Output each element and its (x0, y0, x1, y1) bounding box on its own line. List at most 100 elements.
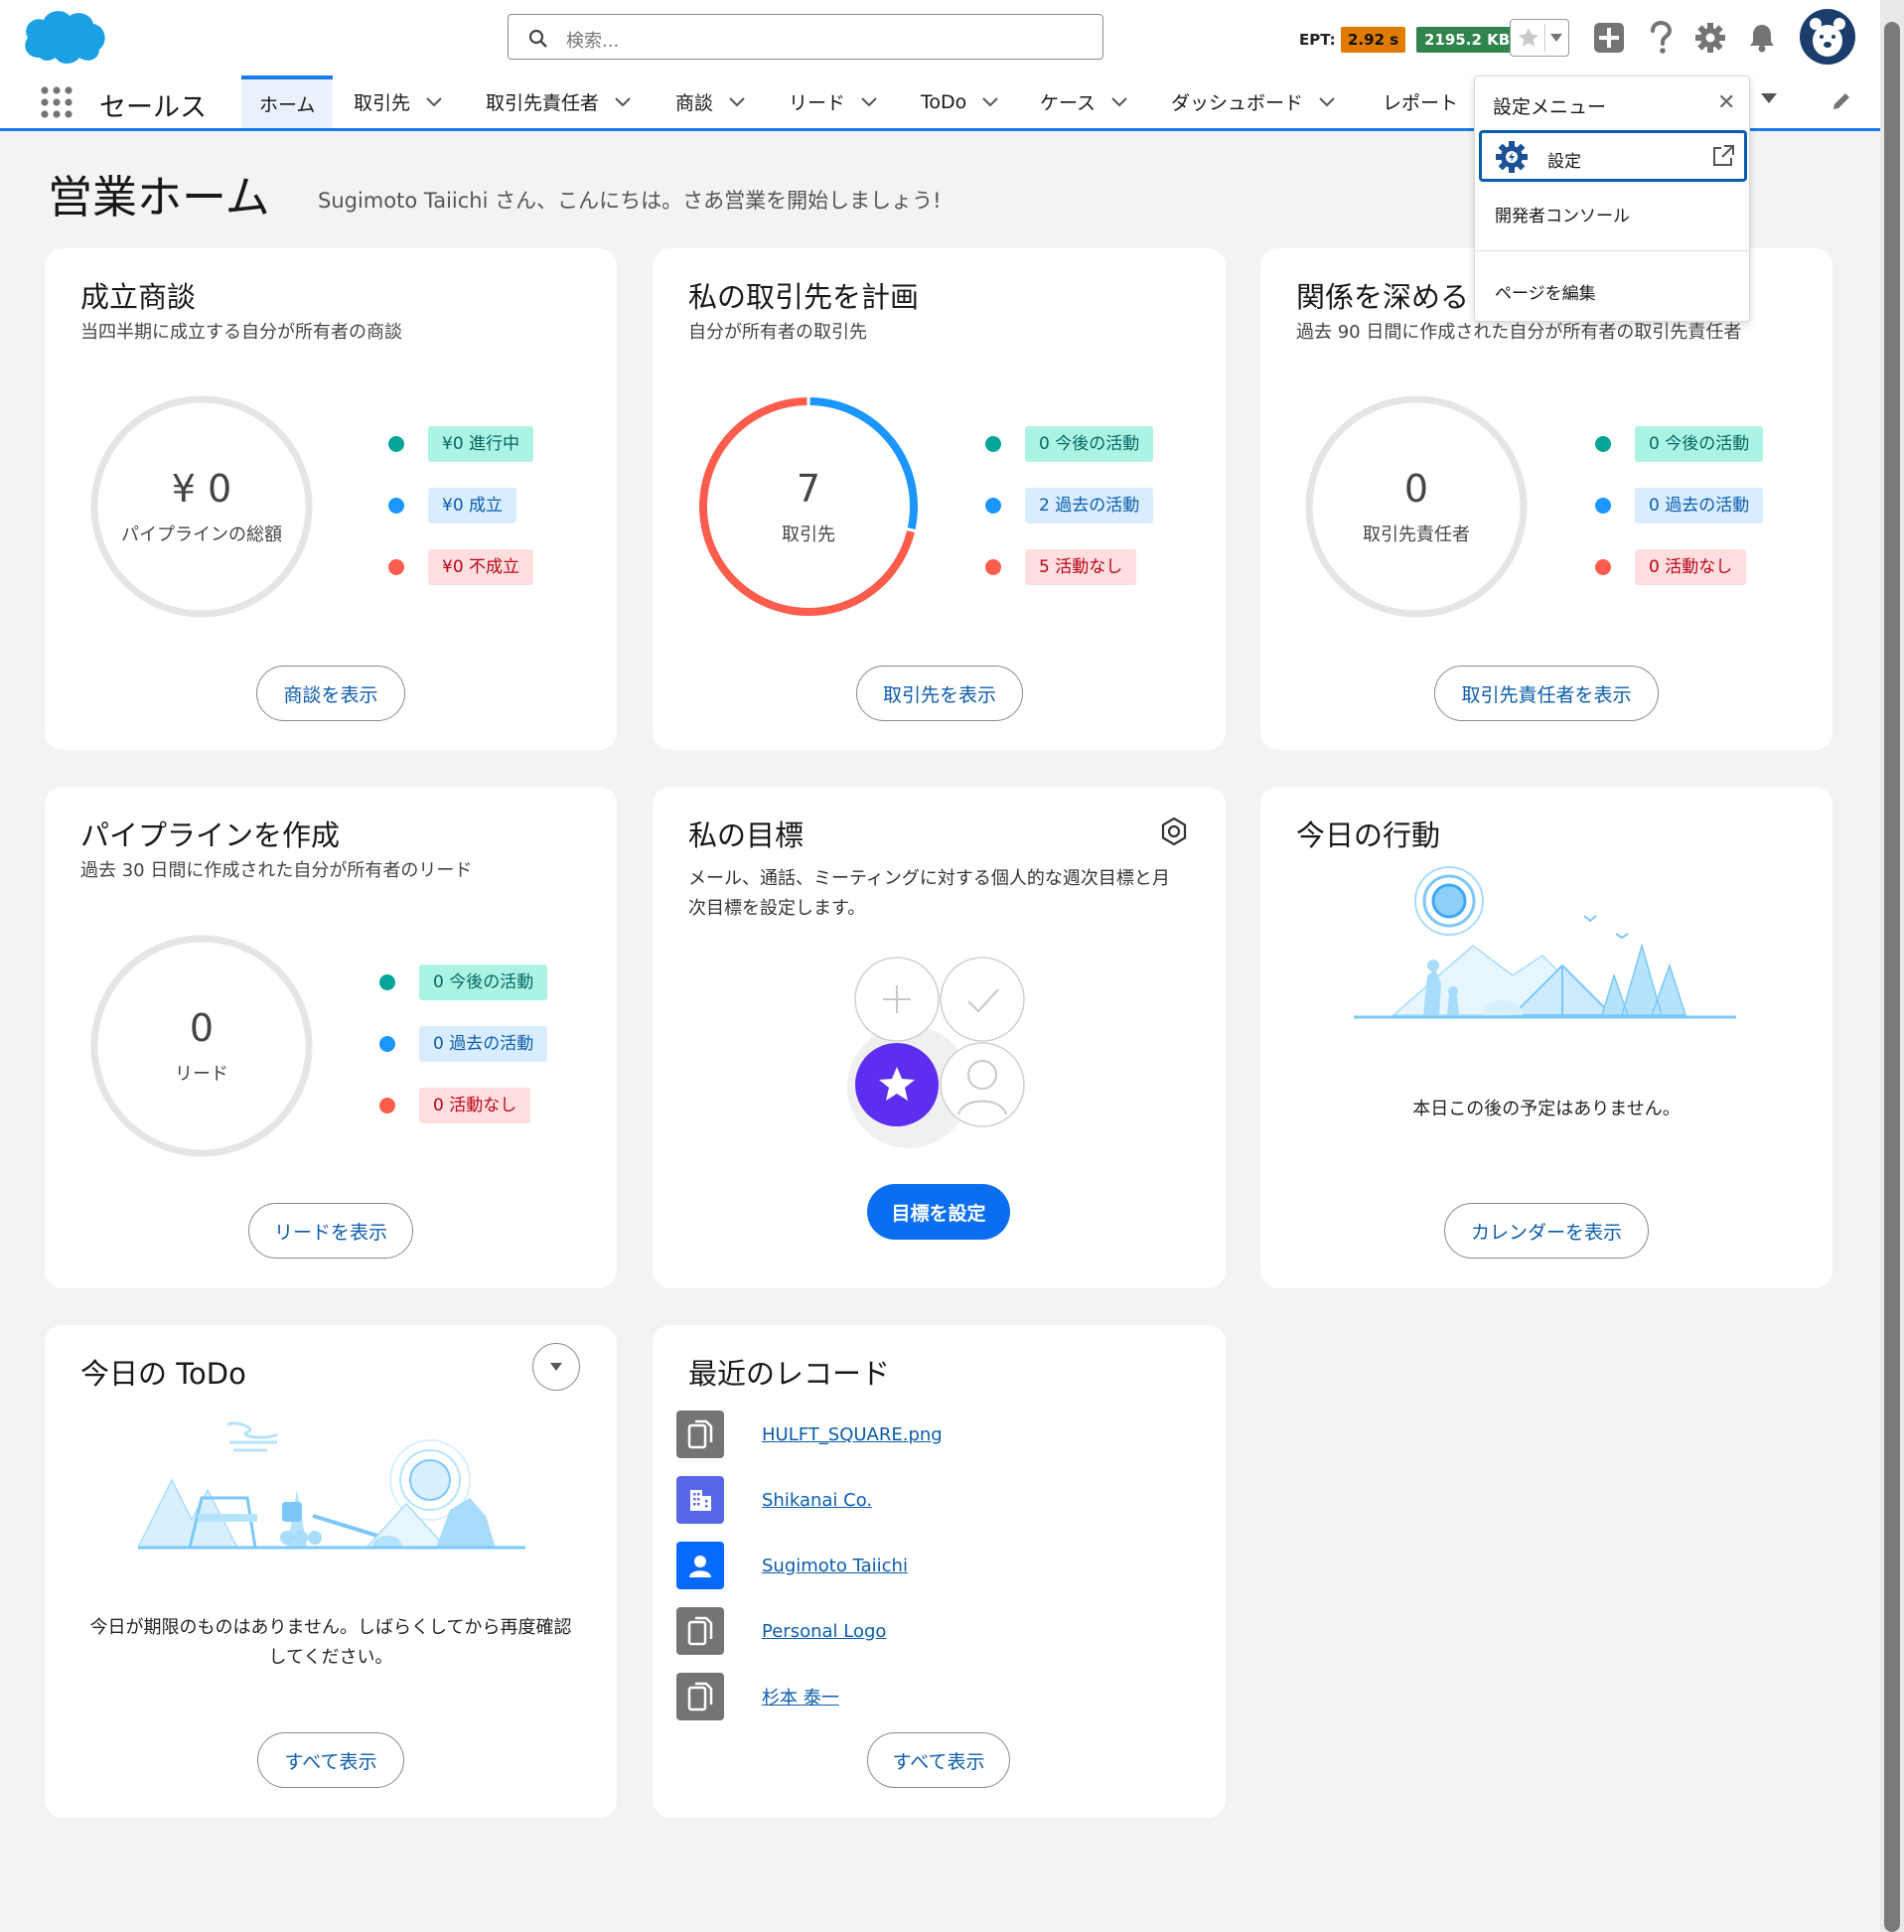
build-pipeline-card: パイプラインを作成 過去 30 日間に作成された自分が所有者のリード 0 リード… (45, 787, 617, 1288)
tab-label: ホーム (259, 94, 316, 116)
todo-filter-dropdown-button[interactable] (532, 1343, 580, 1391)
chevron-down-icon[interactable] (424, 92, 444, 112)
todays-todo-card: 今日の ToDo 今日が期限のものはありません。しばらくしてから再度確認 してく… (45, 1325, 617, 1818)
global-header: 検索... EPT: 2.92 s 2195.2 KB (0, 0, 1880, 75)
legend-item: 2 過去の活動 (985, 488, 1154, 523)
tab-home[interactable]: ホーム (241, 75, 334, 128)
page-title: 営業ホーム (48, 171, 270, 223)
chevron-down-icon[interactable] (980, 92, 1000, 112)
legend-pill: 0 活動なし (1635, 549, 1747, 585)
todays-events-card: 今日の行動 本日この後の予定はありません。 カレンダーを表示 (1260, 787, 1832, 1288)
legend-pill: ¥0 進行中 (428, 426, 534, 462)
record-link[interactable]: 杉本 泰一 (762, 1684, 839, 1709)
record-link[interactable]: Sugimoto Taiichi (762, 1556, 908, 1576)
legend-dot (388, 498, 404, 514)
help-icon[interactable] (1641, 18, 1681, 58)
user-avatar[interactable] (1800, 9, 1855, 65)
more-tabs-chevron-icon[interactable] (1760, 91, 1778, 105)
tab-label: ダッシュボード (1171, 92, 1304, 114)
setup-gear-icon (1496, 141, 1528, 173)
ring-label: 取引先 (782, 524, 835, 545)
scrollbar-thumb[interactable] (1884, 22, 1900, 1932)
no-todo-message-line1: 今日が期限のものはありません。しばらくしてから再度確認 (89, 1617, 572, 1638)
set-goals-button[interactable]: 目標を設定 (867, 1184, 1010, 1240)
legend-dot (1595, 559, 1611, 575)
edit-nav-pencil-icon[interactable] (1830, 89, 1853, 113)
page-scrollbar[interactable] (1880, 0, 1904, 1932)
view-leads-button[interactable]: リードを表示 (248, 1203, 413, 1259)
bear-avatar-icon (1810, 18, 1845, 57)
menu-item-edit-page[interactable]: ページを編集 (1495, 279, 1596, 304)
card-title: パイプラインを作成 (80, 818, 341, 852)
legend-pill: 2 過去の活動 (1025, 488, 1154, 523)
view-all-records-button[interactable]: すべて表示 (867, 1732, 1010, 1788)
tab-label: ケース (1040, 92, 1097, 114)
search-icon (528, 29, 547, 48)
legend-item: 5 活動なし (985, 549, 1137, 585)
tab-cases[interactable]: ケース (1040, 75, 1129, 128)
tab-leads[interactable]: リード (789, 75, 879, 128)
ring-value: 7 (796, 467, 821, 511)
chevron-down-icon[interactable] (1317, 92, 1337, 112)
menu-item-setup[interactable]: 設定 (1479, 130, 1747, 182)
record-link[interactable]: HULFT_SQUARE.png (762, 1424, 943, 1445)
record-link[interactable]: Personal Logo (762, 1621, 886, 1642)
search-input[interactable]: 検索... (508, 14, 1103, 60)
external-link-icon (1713, 145, 1734, 166)
no-events-message: 本日この後の予定はありません。 (1412, 1099, 1681, 1119)
tab-dashboards[interactable]: ダッシュボード (1171, 75, 1337, 128)
tab-todo[interactable]: ToDo (921, 75, 1000, 128)
legend-pill: 0 過去の活動 (419, 1026, 548, 1062)
global-actions-icon[interactable] (1589, 18, 1629, 58)
legend-dot (1595, 498, 1611, 514)
tab-contacts[interactable]: 取引先責任者 (486, 75, 633, 128)
tab-reports[interactable]: レポート (1383, 75, 1458, 128)
view-accounts-button[interactable]: 取引先を表示 (856, 666, 1023, 721)
notifications-bell-icon[interactable] (1742, 18, 1782, 58)
ring-value: 0 (1403, 467, 1429, 511)
legend-item: 0 今後の活動 (985, 426, 1154, 462)
card-title: 今日の行動 (1296, 818, 1441, 852)
chevron-down-icon[interactable] (859, 92, 879, 112)
menu-item-developer-console[interactable]: 開発者コンソール (1495, 202, 1630, 226)
view-contacts-button[interactable]: 取引先責任者を表示 (1434, 666, 1659, 721)
chevron-down-icon[interactable] (727, 92, 747, 112)
card-title: 今日の ToDo (80, 1357, 246, 1391)
legend-dot (388, 436, 404, 452)
beach-illustration (138, 1421, 525, 1550)
legend-pill: 0 今後の活動 (419, 965, 548, 1000)
recent-record-item: 杉本 泰一 (676, 1673, 839, 1720)
legend-pill: 0 今後の活動 (1635, 426, 1764, 462)
salesforce-logo[interactable] (20, 8, 107, 68)
favorites-button[interactable] (1510, 19, 1569, 57)
tab-label: 取引先責任者 (486, 92, 600, 114)
menu-item-label: 設定 (1547, 152, 1581, 172)
view-calendar-button[interactable]: カレンダーを表示 (1444, 1203, 1649, 1259)
tab-label: レポート (1383, 92, 1459, 114)
app-launcher-icon[interactable] (40, 85, 73, 119)
goals-settings-icon[interactable] (1159, 817, 1189, 846)
legend-dot (379, 974, 395, 990)
legend-item: 0 過去の活動 (379, 1026, 548, 1062)
tab-label: 取引先 (354, 92, 411, 114)
ept-badge: 2.92 s (1341, 27, 1406, 53)
ring-value: ¥ 0 (171, 467, 232, 511)
tab-opportunities[interactable]: 商談 (675, 75, 747, 128)
chevron-down-icon[interactable] (613, 92, 633, 112)
view-all-todo-button[interactable]: すべて表示 (257, 1732, 404, 1788)
view-deals-button[interactable]: 商談を表示 (256, 666, 405, 721)
camping-illustration (1354, 866, 1736, 1019)
close-icon[interactable]: ✕ (1717, 92, 1735, 114)
search-placeholder: 検索... (566, 31, 620, 52)
legend-pill: 0 活動なし (419, 1088, 531, 1123)
card-subtitle: 過去 30 日間に作成された自分が所有者のリード (80, 860, 473, 881)
card-title: 最近のレコード (688, 1357, 891, 1391)
setup-gear-icon[interactable] (1690, 18, 1730, 58)
tab-accounts[interactable]: 取引先 (354, 75, 444, 128)
chevron-down-icon[interactable] (1109, 92, 1129, 112)
legend-item: 0 今後の活動 (379, 965, 548, 1000)
legend-dot (388, 559, 404, 575)
legend-pill: ¥0 成立 (428, 488, 517, 523)
chevron-down-icon[interactable] (1549, 32, 1563, 44)
record-link[interactable]: Shikanai Co. (762, 1490, 872, 1511)
